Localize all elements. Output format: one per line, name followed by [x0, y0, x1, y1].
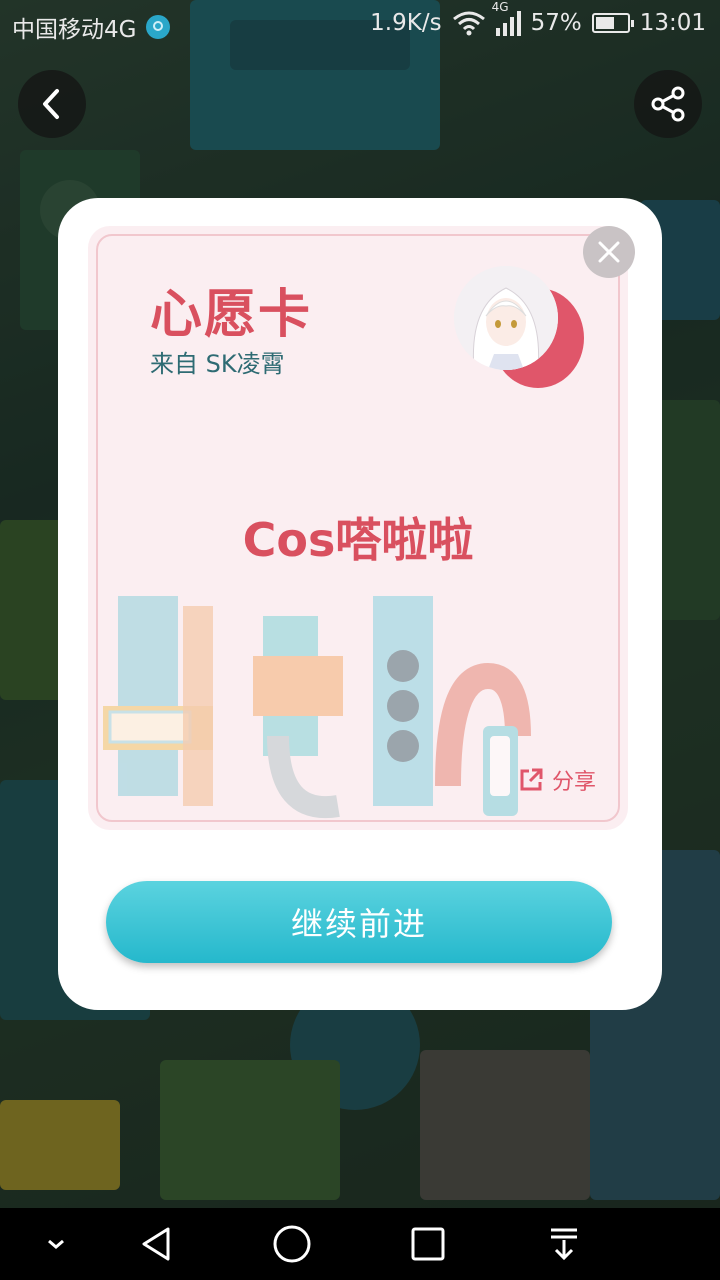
- pull-down-icon: [551, 1228, 577, 1261]
- share-label: 分享: [551, 770, 596, 795]
- chevron-left-icon: [43, 89, 59, 119]
- nav-hide-button[interactable]: [34, 1222, 78, 1266]
- wish-text: Cos嗒啦啦: [242, 513, 474, 567]
- card-sender: 来自 SK凌霄: [150, 350, 285, 378]
- wifi-icon: [452, 11, 485, 36]
- square-recents-icon: [411, 1227, 445, 1261]
- circle-home-icon: [273, 1225, 311, 1263]
- wish-card-dialog: 心愿卡 来自 SK凌霄 Cos嗒啦啦 分享 继续前进: [58, 198, 662, 1010]
- timer-icon: [146, 15, 171, 39]
- network-type: 4G: [491, 0, 509, 14]
- carrier-label: 中国移动4G: [12, 17, 137, 43]
- share-button[interactable]: [634, 70, 702, 138]
- nav-notifications-button[interactable]: [542, 1222, 586, 1266]
- battery-icon: [591, 13, 634, 33]
- wish-card: 心愿卡 来自 SK凌霄 Cos嗒啦啦 分享: [88, 226, 628, 830]
- nav-home-button[interactable]: [270, 1222, 314, 1266]
- share-icon: [651, 86, 685, 122]
- clock: 13:01: [639, 10, 706, 36]
- signal-icon: 4G: [492, 0, 521, 36]
- close-button[interactable]: [583, 226, 635, 278]
- network-speed: 1.9K/s: [370, 10, 442, 36]
- navigation-bar: [0, 1208, 720, 1280]
- avatar: [454, 266, 584, 396]
- close-icon: [598, 241, 620, 263]
- triangle-back-icon: [142, 1227, 170, 1261]
- avatar-image: [454, 266, 558, 370]
- share-link[interactable]: 分享: [518, 764, 596, 796]
- battery-percent: 57%: [530, 10, 582, 36]
- nav-recents-button[interactable]: [406, 1222, 450, 1266]
- chevron-down-icon: [48, 1239, 64, 1249]
- external-link-icon: [520, 768, 543, 791]
- card-title: 心愿卡: [150, 285, 313, 345]
- nav-back-button[interactable]: [134, 1222, 178, 1266]
- status-bar: 中国移动4G 1.9K/s 4G 57% 13:01: [0, 0, 720, 50]
- back-button[interactable]: [18, 70, 86, 138]
- continue-button[interactable]: 继续前进: [106, 881, 612, 963]
